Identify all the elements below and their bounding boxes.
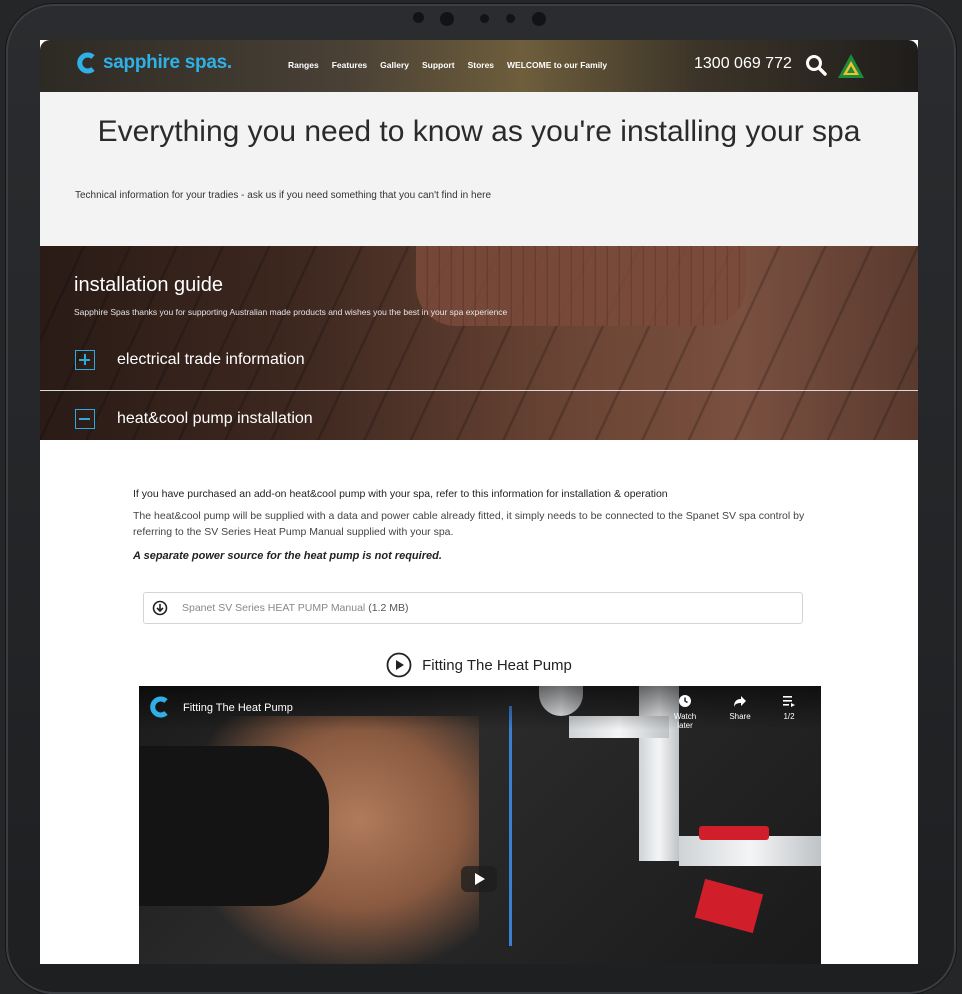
play-icon bbox=[475, 873, 485, 885]
nav-features[interactable]: Features bbox=[332, 60, 367, 70]
installation-subtitle: Sapphire Spas thanks you for supporting … bbox=[74, 307, 508, 317]
installation-heading: installation guide bbox=[74, 274, 223, 296]
installation-guide-section: installation guide Sapphire Spas thanks … bbox=[40, 246, 918, 440]
nav-support[interactable]: Support bbox=[422, 60, 455, 70]
clock-icon bbox=[679, 695, 691, 707]
plus-icon[interactable] bbox=[75, 350, 95, 370]
video-heading: Fitting The Heat Pump bbox=[40, 652, 918, 678]
video-heading-text: Fitting The Heat Pump bbox=[422, 656, 572, 674]
heatpump-intro: If you have purchased an add-on heat&coo… bbox=[133, 488, 668, 500]
manual-download-link[interactable]: Spanet SV Series HEAT PUMP Manual (1.2 M… bbox=[143, 592, 803, 624]
accordion-electrical[interactable]: electrical trade information bbox=[40, 332, 918, 388]
browser-screen: sapphire spas. Ranges Features Gallery S… bbox=[40, 40, 918, 964]
accordion-heatpump[interactable]: heat&cool pump installation bbox=[40, 390, 918, 447]
video-player[interactable]: Fitting The Heat Pump Watch later Share bbox=[139, 686, 821, 964]
hero-section: Everything you need to know as you're in… bbox=[40, 92, 918, 246]
page-title: Everything you need to know as you're in… bbox=[97, 115, 861, 148]
playlist-button[interactable]: 1/2 bbox=[769, 694, 809, 721]
heatpump-content: If you have purchased an add-on heat&coo… bbox=[40, 440, 918, 964]
nav-stores[interactable]: Stores bbox=[468, 60, 494, 70]
minus-icon[interactable] bbox=[75, 409, 95, 429]
watch-later-label: Watch later bbox=[673, 712, 697, 730]
watch-later-button[interactable]: Watch later bbox=[665, 694, 705, 730]
search-icon[interactable] bbox=[804, 53, 828, 77]
video-scene bbox=[679, 836, 821, 866]
main-nav: Ranges Features Gallery Support Stores W… bbox=[288, 60, 607, 70]
sensor-dot bbox=[532, 12, 546, 26]
heatpump-body: The heat&cool pump will be supplied with… bbox=[133, 510, 805, 538]
play-circle-icon bbox=[386, 652, 412, 678]
video-play-button[interactable] bbox=[461, 866, 497, 892]
video-scene bbox=[699, 826, 769, 840]
nav-gallery[interactable]: Gallery bbox=[380, 60, 409, 70]
sensor-dot bbox=[413, 12, 424, 23]
accordion-label: electrical trade information bbox=[117, 351, 305, 368]
camera-lens bbox=[440, 12, 454, 26]
accordion-label: heat&cool pump installation bbox=[117, 410, 313, 427]
video-scene bbox=[694, 878, 764, 934]
heatpump-note: A separate power source for the heat pum… bbox=[133, 550, 442, 562]
camera-strip bbox=[0, 12, 962, 26]
video-title[interactable]: Fitting The Heat Pump bbox=[183, 702, 293, 714]
download-name: Spanet SV Series HEAT PUMP Manual bbox=[182, 602, 366, 614]
download-icon bbox=[152, 600, 168, 616]
share-label: Share bbox=[729, 712, 751, 721]
sensor-dot bbox=[506, 14, 515, 23]
page-subtitle: Technical information for your tradies -… bbox=[75, 190, 492, 201]
share-icon bbox=[734, 696, 746, 707]
playlist-count: 1/2 bbox=[783, 712, 795, 721]
phone-number[interactable]: 1300 069 772 bbox=[694, 55, 792, 73]
site-logo[interactable]: sapphire spas. bbox=[76, 52, 232, 74]
australian-made-icon bbox=[838, 54, 864, 78]
logo-text: sapphire spas. bbox=[103, 52, 232, 73]
share-button[interactable]: Share bbox=[720, 694, 760, 721]
sensor-dot bbox=[480, 14, 489, 23]
nav-welcome[interactable]: WELCOME to our Family bbox=[507, 60, 607, 70]
video-scene bbox=[509, 706, 512, 946]
video-scene bbox=[139, 746, 329, 906]
nav-ranges[interactable]: Ranges bbox=[288, 60, 319, 70]
channel-logo-icon[interactable] bbox=[149, 696, 171, 718]
site-header: sapphire spas. Ranges Features Gallery S… bbox=[40, 40, 918, 92]
logo-c-icon bbox=[77, 52, 95, 74]
playlist-icon bbox=[783, 696, 795, 707]
download-size: (1.2 MB) bbox=[368, 602, 409, 614]
